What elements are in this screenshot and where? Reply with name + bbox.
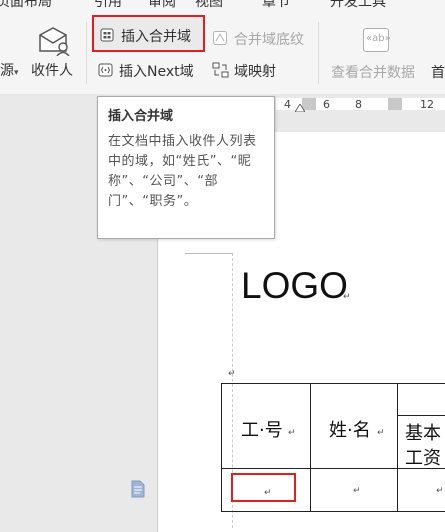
paragraph-mark: ↵ [436, 486, 444, 496]
document-table[interactable]: 工·号 ↵ 姓·名 ↵ 基本 工资 ↵ ↵ ↵ [0, 0, 445, 528]
employee-id-cell[interactable]: ↵ [231, 473, 296, 502]
table-header-name: 姓·名 [329, 420, 371, 441]
paragraph-mark: ↵ [377, 428, 385, 438]
paragraph-mark: ↵ [264, 488, 272, 498]
tooltip-title: 插入合并域 [108, 109, 174, 124]
tooltip: 插入合并域 在文档中插入收件人列表中的域，如“姓氏”、“昵称”、“公司”、“部门… [97, 96, 275, 239]
paragraph-mark: ↵ [353, 486, 361, 496]
table-header-base-salary-line2: 工资 [405, 448, 441, 469]
paragraph-mark: ↵ [288, 428, 296, 438]
table-header-base-salary: 基本 [405, 423, 441, 444]
table-header-employee-id: 工·号 [241, 420, 283, 441]
tooltip-body: 在文档中插入收件人列表中的域，如“姓氏”、“昵称”、“公司”、“部门”、“职务”… [108, 134, 257, 209]
